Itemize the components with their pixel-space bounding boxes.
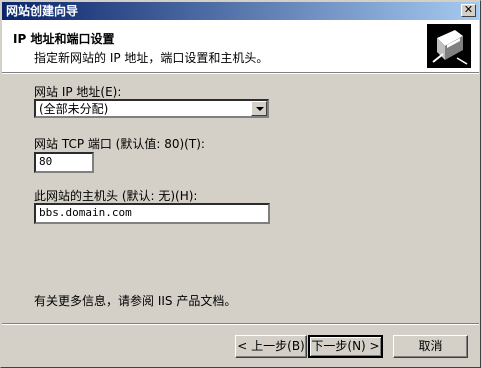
chevron-down-icon[interactable] [251,101,267,116]
header-separator [2,72,479,74]
info-text: 有关更多信息，请参阅 IIS 产品文档。 [34,294,237,308]
wizard-header: IP 地址和端口设置 指定新网站的 IP 地址，端口设置和主机头。 [2,20,479,72]
tcp-port-field[interactable]: 80 [34,152,94,173]
ip-address-value: (全部未分配) [39,102,109,116]
host-header-label: 此网站的主机头 (默认: 无)(H): [34,189,198,203]
back-button[interactable]: < 上一步(B) [235,335,307,358]
wizard-book-icon [427,24,471,68]
title-bar[interactable]: 网站创建向导 ✕ [2,2,479,20]
footer-separator [2,323,479,325]
ip-address-select[interactable]: (全部未分配) [34,99,269,118]
window-title: 网站创建向导 [6,4,79,18]
host-header-field[interactable]: bbs.domain.com [34,203,270,224]
port-label: 网站 TCP 端口 (默认值: 80)(T): [34,137,205,151]
wizard-window: 网站创建向导 ✕ IP 地址和端口设置 指定新网站的 IP 地址，端口设置和主机… [0,0,481,368]
header-title: IP 地址和端口设置 [13,32,115,46]
next-button[interactable]: 下一步(N) > [308,335,383,358]
header-subtitle: 指定新网站的 IP 地址，端口设置和主机头。 [34,51,269,65]
cancel-button[interactable]: 取消 [393,335,468,358]
close-button[interactable]: ✕ [461,4,476,17]
ip-label: 网站 IP 地址(E): [34,85,122,99]
